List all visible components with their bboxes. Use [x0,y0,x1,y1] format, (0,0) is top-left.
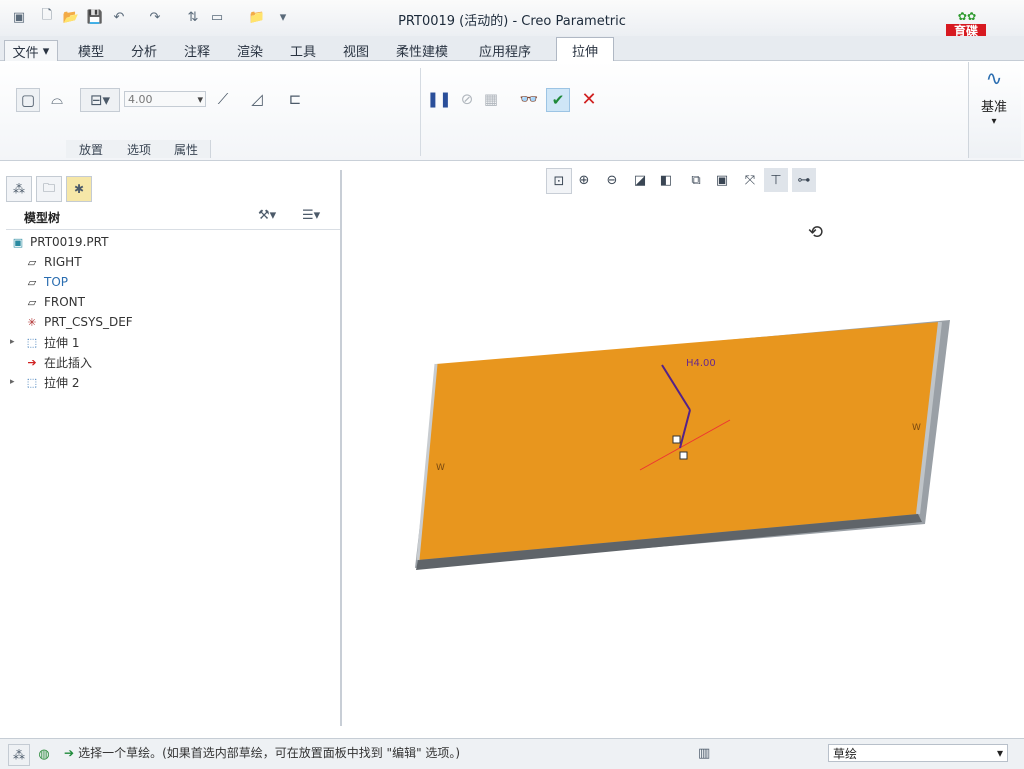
tree-item[interactable]: ▣ PRT0019.PRT [10,232,109,252]
drag-handle-1[interactable] [672,435,681,444]
datum-chevron-icon[interactable]: ▾ [968,116,1020,127]
browser-icon[interactable]: ◍ [34,744,54,764]
pause-icon[interactable]: ❚❚ [426,88,451,110]
tab-model[interactable]: 模型 [78,40,104,60]
tree-item-label: PRT_CSYS_DEF [44,315,133,329]
selection-filter-dropdown[interactable]: 草绘 ▾ [828,744,1008,762]
tree-item[interactable]: ✳ PRT_CSYS_DEF [10,312,133,332]
rotate-cursor-icon: ⟲ [808,222,824,243]
tree-item-label: TOP [44,275,69,289]
tab-annotate[interactable]: 注释 [184,40,210,60]
verify-glasses-icon[interactable]: 👓 [518,88,540,110]
insert-here-icon: ➔ [27,355,37,369]
datum-tag-left: W [436,463,445,473]
tree-item[interactable]: ▱ RIGHT [10,252,82,272]
datum-sketch-icon[interactable]: ∿ [976,66,1012,92]
subtab-placement[interactable]: 放置 [66,140,117,158]
depth-value-text: 4.00 [128,92,153,106]
datum-display-icon[interactable]: ⤧ [738,168,762,192]
depth-value-input[interactable]: 4.00 ▾ [124,91,206,107]
thicken-sketch-icon[interactable]: ⊏ [284,88,306,110]
tree-show-icon[interactable]: ☰▾ [302,208,320,223]
tree-item[interactable]: ▱ FRONT [10,292,85,312]
csys-icon: ✳ [27,315,37,329]
tab-flexible-modeling[interactable]: 柔性建模 [396,40,448,60]
depth-option-dropdown[interactable]: ⊟▾ [80,88,120,112]
no-preview-icon[interactable]: ⊘ [456,88,478,110]
preview-icon[interactable]: ▦ [480,88,502,110]
ribbon-group-separator [420,68,421,156]
annotation-display-icon[interactable]: ⊶ [792,168,816,192]
saved-views-icon[interactable]: ⧉ [684,168,708,192]
status-arrow-icon: ➔ [64,745,75,760]
selection-filter-chevron-icon[interactable]: ▾ [997,746,1007,760]
show-tree-icon[interactable]: ⁂ [8,744,30,766]
extrude-icon: ⬚ [26,335,38,349]
dimension-label[interactable]: H4.00 [686,358,716,369]
subtab-options[interactable]: 选项 [116,140,163,158]
spin-center-icon[interactable]: ⊤ [764,168,788,192]
zoom-in-icon[interactable]: ⊕ [572,168,596,192]
tree-item-label: FRONT [44,295,85,309]
datum-label: 基准 [980,100,1007,115]
tree-item[interactable]: ▸ ⬚ 拉伸 2 [10,372,79,392]
selection-filter-value: 草绘 [833,746,858,761]
solid-extrude-icon[interactable]: ▢ [16,88,40,112]
model-tree-title: 模型树 [24,211,61,225]
tree-settings-icon[interactable]: ⚒▾ [258,208,276,223]
graphics-viewport[interactable]: W W [400,310,970,590]
expand-arrow-icon[interactable]: ▸ [10,377,24,387]
datum-tag-right: W [912,423,921,433]
tab-extrude[interactable]: 拉伸 [556,37,614,63]
regen-status-icon[interactable]: ▥ [698,746,710,761]
drag-handle-2[interactable] [679,451,688,460]
status-message: ➔ 选择一个草绘。(如果首选内部草绘，可在放置面板中找到 "编辑" 选项。) [64,744,460,761]
panel-splitter[interactable] [340,170,342,726]
tree-item[interactable]: ▸ ⬚ 拉伸 1 [10,332,79,352]
tab-view[interactable]: 视图 [343,40,369,60]
tab-file[interactable]: 文件 ▾ [4,40,58,61]
repaint-icon[interactable]: ◪ [628,168,652,192]
tree-item-label: 在此插入 [44,355,93,370]
window-title: PRT0019 (活动的) - Creo Parametric [398,14,626,29]
part-icon: ▣ [12,235,24,249]
tree-item-label: PRT0019.PRT [30,235,109,249]
zoom-out-icon[interactable]: ⊖ [600,168,624,192]
favorites-tab-icon[interactable]: ✱ [66,176,92,202]
expand-arrow-icon[interactable]: ▸ [10,337,24,347]
display-style-icon[interactable]: ◧ [654,168,678,192]
tab-render[interactable]: 渲染 [237,40,263,60]
tree-item-label: RIGHT [44,255,82,269]
cancel-x-icon[interactable]: ✕ [578,88,600,110]
tree-item[interactable]: ➔ 在此插入 [10,352,92,372]
subtab-properties[interactable]: 属性 [162,140,211,158]
view-manager-icon[interactable]: ▣ [710,168,734,192]
datum-plane-icon: ▱ [27,255,37,269]
tree-item[interactable]: ▱ TOP [10,272,68,292]
tab-analysis[interactable]: 分析 [131,40,157,60]
flip-direction-icon[interactable]: ⟋ [212,88,234,110]
tab-tools[interactable]: 工具 [290,40,316,60]
extrude-new-icon: ⬚ [26,375,38,389]
model-tree-tab-icon[interactable]: ⁂ [6,176,32,202]
folder-browser-tab-icon[interactable]: 🗀 [36,176,62,202]
tree-item-label: 拉伸 1 [44,335,80,350]
refit-icon[interactable]: ⊡ [546,168,572,194]
tree-item-label: 拉伸 2 [44,375,80,390]
remove-material-icon[interactable]: ◿ [246,88,268,110]
depth-value-chevron-icon[interactable]: ▾ [197,93,205,106]
status-message-text: 选择一个草绘。(如果首选内部草绘，可在放置面板中找到 "编辑" 选项。) [78,746,461,760]
surface-extrude-icon[interactable]: ⌓ [46,88,68,110]
ok-check-icon[interactable]: ✔ [546,88,570,112]
tab-applications[interactable]: 应用程序 [479,40,531,60]
datum-plane-icon: ▱ [27,275,37,289]
datum-plane-icon: ▱ [27,295,37,309]
logo-mark-icon: ✿✿ [957,10,977,23]
